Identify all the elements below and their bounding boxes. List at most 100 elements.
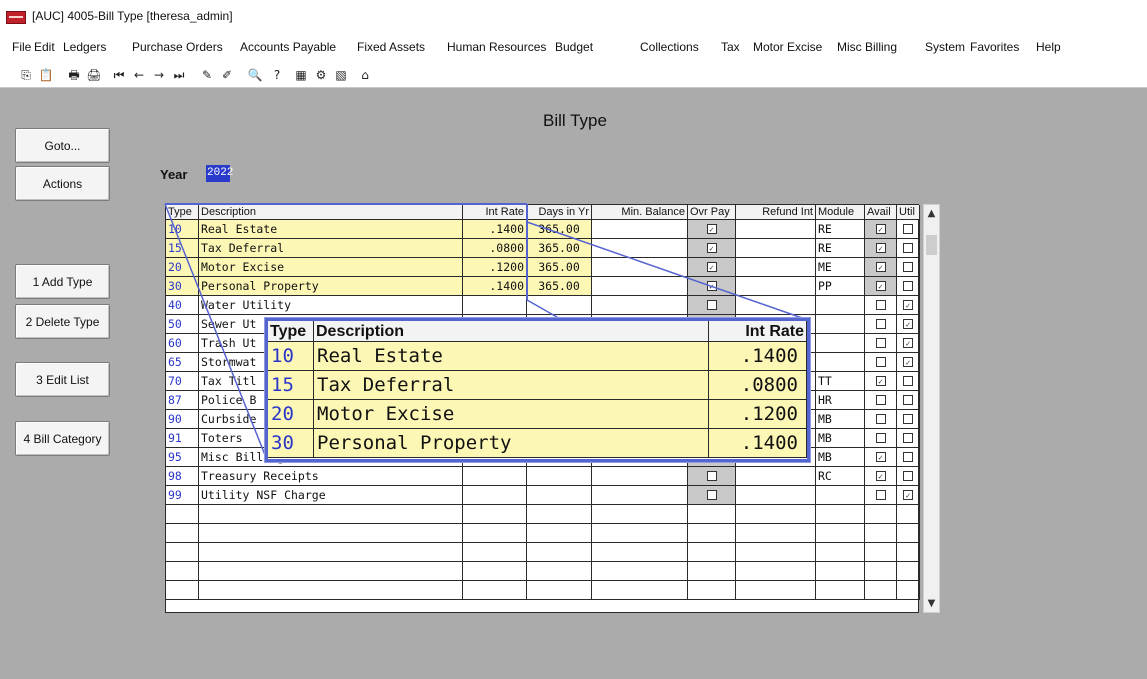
spreadsheet-icon[interactable]: ▦ bbox=[293, 67, 309, 83]
cell-min-balance[interactable] bbox=[592, 220, 688, 239]
cell-refund-int[interactable] bbox=[736, 467, 816, 486]
cell-util[interactable] bbox=[897, 391, 920, 410]
cell-type[interactable]: 99 bbox=[166, 486, 199, 505]
add-type-button[interactable]: 1 Add Type bbox=[15, 264, 110, 299]
paste-icon[interactable]: 📋 bbox=[38, 67, 54, 83]
cell-description[interactable] bbox=[199, 524, 463, 543]
unchecked-checkbox-icon[interactable] bbox=[903, 451, 913, 462]
last-record-icon[interactable]: ⏭ bbox=[171, 67, 187, 83]
unchecked-checkbox-icon[interactable] bbox=[903, 242, 913, 253]
cell-util[interactable] bbox=[897, 581, 920, 600]
cell-ovr-pay[interactable] bbox=[688, 220, 736, 239]
cell-type[interactable]: 60 bbox=[166, 334, 199, 353]
cell-days[interactable] bbox=[527, 505, 592, 524]
checked-checkbox-icon[interactable] bbox=[875, 261, 886, 272]
cell-type[interactable] bbox=[166, 562, 199, 581]
cell-module[interactable] bbox=[816, 581, 865, 600]
cell-module[interactable] bbox=[816, 486, 865, 505]
menu-human-resources[interactable]: Human Resources bbox=[447, 40, 546, 54]
cell-int-rate[interactable] bbox=[463, 467, 527, 486]
table-row[interactable] bbox=[166, 543, 920, 562]
cell-refund-int[interactable] bbox=[736, 524, 816, 543]
cell-description[interactable]: Tax Deferral bbox=[199, 239, 463, 258]
cell-util[interactable] bbox=[897, 258, 920, 277]
cell-refund-int[interactable] bbox=[736, 258, 816, 277]
cell-ovr-pay[interactable] bbox=[688, 239, 736, 258]
menu-purchase-orders[interactable]: Purchase Orders bbox=[132, 40, 223, 54]
cell-util[interactable] bbox=[897, 334, 920, 353]
cell-type[interactable]: 10 bbox=[166, 220, 199, 239]
cell-description[interactable] bbox=[199, 505, 463, 524]
cell-days[interactable]: 365.00 bbox=[527, 220, 592, 239]
cell-int-rate[interactable] bbox=[463, 505, 527, 524]
cell-description[interactable] bbox=[199, 543, 463, 562]
cell-description[interactable]: Personal Property bbox=[199, 277, 463, 296]
checked-checkbox-icon[interactable] bbox=[706, 242, 717, 253]
cell-avail[interactable] bbox=[865, 277, 897, 296]
cell-min-balance[interactable] bbox=[592, 277, 688, 296]
column-header-int-rate[interactable]: Int Rate bbox=[463, 205, 527, 220]
cell-refund-int[interactable] bbox=[736, 581, 816, 600]
unchecked-checkbox-icon[interactable] bbox=[903, 394, 913, 405]
cell-module[interactable] bbox=[816, 562, 865, 581]
cell-description[interactable]: Water Utility bbox=[199, 296, 463, 315]
cell-ovr-pay[interactable] bbox=[688, 467, 736, 486]
menu-ledgers[interactable]: Ledgers bbox=[63, 40, 106, 54]
cell-module[interactable]: ME bbox=[816, 258, 865, 277]
unchecked-checkbox-icon[interactable] bbox=[706, 489, 717, 500]
unchecked-checkbox-icon[interactable] bbox=[903, 261, 913, 272]
cell-description[interactable] bbox=[199, 562, 463, 581]
table-row[interactable]: 98 Treasury Receipts RC bbox=[166, 467, 920, 486]
cell-int-rate[interactable] bbox=[463, 581, 527, 600]
checked-checkbox-icon[interactable] bbox=[875, 470, 886, 481]
column-header-avail[interactable]: Avail bbox=[865, 205, 897, 220]
bill-category-button[interactable]: 4 Bill Category bbox=[15, 421, 110, 456]
unchecked-checkbox-icon[interactable] bbox=[903, 432, 913, 443]
previous-record-icon[interactable]: ← bbox=[131, 67, 147, 83]
table-row[interactable]: 99 Utility NSF Charge bbox=[166, 486, 920, 505]
menu-budget[interactable]: Budget bbox=[555, 40, 593, 54]
cell-util[interactable] bbox=[897, 562, 920, 581]
cell-int-rate[interactable] bbox=[463, 296, 527, 315]
menu-accounts-payable[interactable]: Accounts Payable bbox=[240, 40, 336, 54]
column-header-module[interactable]: Module bbox=[816, 205, 865, 220]
cell-min-balance[interactable] bbox=[592, 524, 688, 543]
cell-refund-int[interactable] bbox=[736, 277, 816, 296]
cell-avail[interactable] bbox=[865, 353, 897, 372]
cell-refund-int[interactable] bbox=[736, 505, 816, 524]
checked-checkbox-icon[interactable] bbox=[706, 261, 717, 272]
menu-fixed-assets[interactable]: Fixed Assets bbox=[357, 40, 425, 54]
cell-avail[interactable] bbox=[865, 296, 897, 315]
cell-days[interactable] bbox=[527, 467, 592, 486]
checked-checkbox-icon[interactable] bbox=[875, 280, 886, 291]
print-icon[interactable]: 🖶 bbox=[66, 67, 82, 83]
cell-type[interactable] bbox=[166, 524, 199, 543]
cell-avail[interactable] bbox=[865, 486, 897, 505]
cell-refund-int[interactable] bbox=[736, 543, 816, 562]
cell-module[interactable]: PP bbox=[816, 277, 865, 296]
column-header-description[interactable]: Description bbox=[199, 205, 463, 220]
checked-checkbox-icon[interactable] bbox=[903, 299, 913, 310]
column-header-util[interactable]: Util bbox=[897, 205, 920, 220]
table-row[interactable] bbox=[166, 581, 920, 600]
cell-avail[interactable] bbox=[865, 239, 897, 258]
checked-checkbox-icon[interactable] bbox=[903, 318, 913, 329]
cell-refund-int[interactable] bbox=[736, 220, 816, 239]
cell-days[interactable] bbox=[527, 543, 592, 562]
cell-avail[interactable] bbox=[865, 467, 897, 486]
cell-module[interactable]: MB bbox=[816, 429, 865, 448]
table-row[interactable] bbox=[166, 524, 920, 543]
cell-avail[interactable] bbox=[865, 448, 897, 467]
menu-file[interactable]: File bbox=[12, 40, 31, 54]
cell-avail[interactable] bbox=[865, 581, 897, 600]
column-header-ovr-pay[interactable]: Ovr Pay bbox=[688, 205, 736, 220]
cell-avail[interactable] bbox=[865, 429, 897, 448]
actions-button[interactable]: Actions bbox=[15, 166, 110, 201]
cell-avail[interactable] bbox=[865, 372, 897, 391]
cell-min-balance[interactable] bbox=[592, 505, 688, 524]
cell-module[interactable] bbox=[816, 334, 865, 353]
first-record-icon[interactable]: ⏮ bbox=[111, 67, 127, 83]
menu-help[interactable]: Help bbox=[1036, 40, 1061, 54]
cell-avail[interactable] bbox=[865, 315, 897, 334]
cell-module[interactable] bbox=[816, 353, 865, 372]
